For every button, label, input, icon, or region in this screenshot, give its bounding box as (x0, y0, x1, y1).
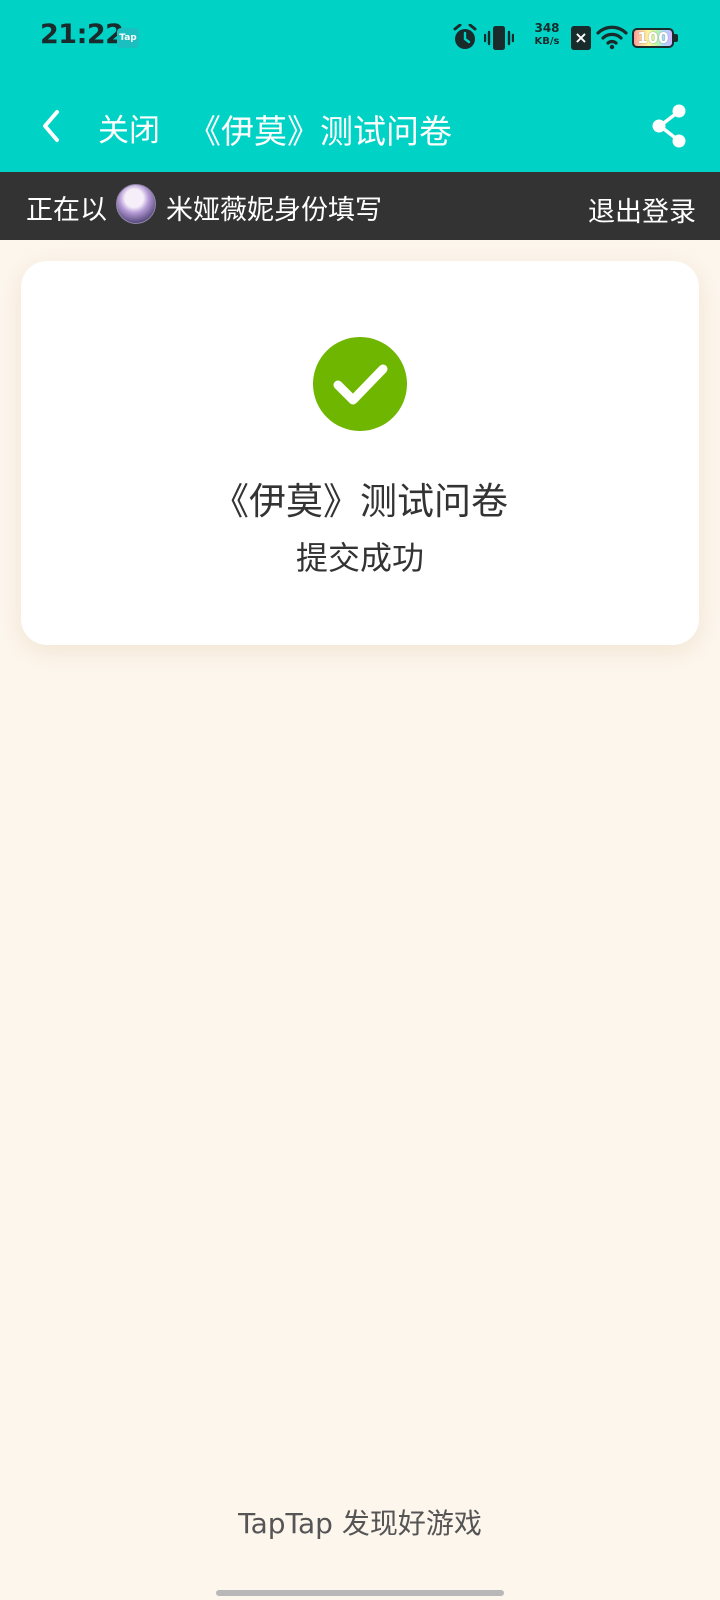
back-button[interactable] (28, 98, 84, 154)
taptap-notification-icon: Tap (117, 28, 139, 48)
battery-cap (674, 34, 678, 42)
footer-brand: TapTap 发现好游戏 (238, 1507, 482, 1540)
alarm-icon (453, 24, 477, 49)
logout-button[interactable]: 退出登录 (588, 190, 696, 229)
back-arrow-icon (43, 110, 59, 142)
vibrate-icon (484, 26, 514, 50)
identity-prefix: 正在以 (26, 195, 107, 226)
close-button[interactable]: 关闭 (98, 105, 160, 150)
share-button[interactable] (644, 98, 696, 154)
check-circle-icon (313, 337, 407, 431)
result-card: 《伊莫》测试问卷 提交成功 (21, 261, 699, 645)
no-sim-icon: × (571, 26, 591, 50)
home-indicator[interactable] (216, 1590, 504, 1596)
wifi-icon (596, 25, 628, 50)
status-time: 21:22 (40, 19, 124, 50)
identity-name: 米娅薇妮身份填写 (166, 195, 382, 226)
identity-bar: 正在以 米娅薇妮身份填写 退出登录 (0, 172, 720, 240)
share-icon (652, 104, 686, 148)
network-speed-value: 348 (534, 21, 560, 35)
result-title: 《伊莫》测试问卷 (212, 480, 508, 523)
status-bar: 21:22 Tap 348 KB/s × 100 (0, 0, 720, 80)
network-speed-unit: KB/s (534, 36, 560, 47)
avatar (116, 184, 156, 224)
battery-level: 100 (637, 29, 669, 47)
network-speed: 348 KB/s (530, 22, 564, 48)
app-bar: 关闭 《伊莫》测试问卷 (0, 80, 720, 172)
result-message: 提交成功 (295, 539, 424, 577)
page-title: 《伊莫》测试问卷 (188, 112, 452, 151)
